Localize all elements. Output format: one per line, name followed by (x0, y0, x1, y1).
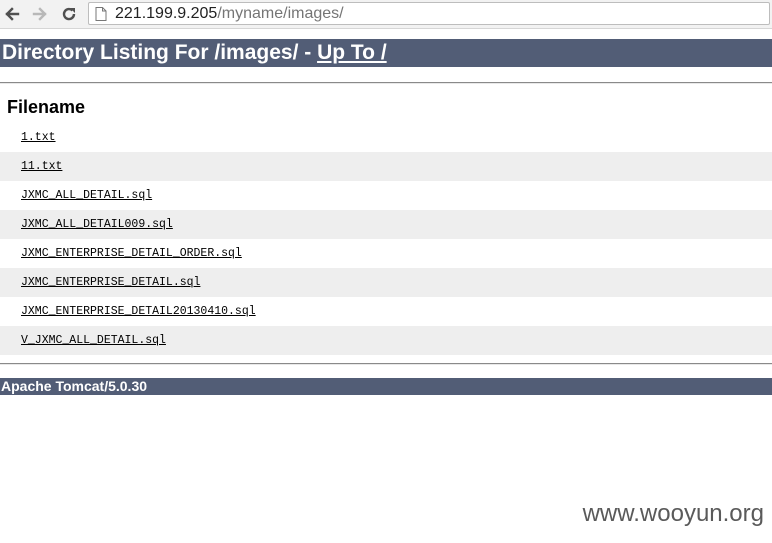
back-arrow-icon (5, 7, 20, 21)
forward-button[interactable] (29, 3, 51, 25)
divider-top (0, 82, 772, 84)
page-title-text: Directory Listing For /images/ - (2, 41, 318, 64)
file-link[interactable]: JXMC_ALL_DETAIL009.sql (21, 218, 173, 231)
address-bar[interactable]: 221.199.9.205/myname/images/ (88, 2, 770, 25)
back-button[interactable] (1, 3, 23, 25)
file-link[interactable]: JXMC_ENTERPRISE_DETAIL_ORDER.sql (21, 247, 242, 260)
file-link[interactable]: 1.txt (21, 131, 56, 144)
server-footer: Apache Tomcat/5.0.30 (0, 378, 772, 395)
file-link[interactable]: JXMC_ENTERPRISE_DETAIL.sql (21, 276, 200, 289)
page-title: Directory Listing For /images/ - Up To / (0, 39, 772, 67)
file-row: JXMC_ENTERPRISE_DETAIL20130410.sql (0, 297, 772, 326)
reload-button[interactable] (58, 3, 80, 25)
url-path: /myname/images/ (217, 5, 344, 22)
file-row: JXMC_ALL_DETAIL.sql (0, 181, 772, 210)
file-row: 1.txt (0, 123, 772, 152)
browser-toolbar: 221.199.9.205/myname/images/ (0, 0, 772, 29)
up-to-link[interactable]: Up To / (317, 41, 387, 64)
file-link[interactable]: V_JXMC_ALL_DETAIL.sql (21, 334, 166, 347)
file-list: 1.txt 11.txt JXMC_ALL_DETAIL.sql JXMC_AL… (0, 123, 772, 355)
file-row: JXMC_ALL_DETAIL009.sql (0, 210, 772, 239)
page-icon (95, 7, 107, 21)
file-row: JXMC_ENTERPRISE_DETAIL.sql (0, 268, 772, 297)
url-text: 221.199.9.205/myname/images/ (115, 5, 344, 23)
url-host: 221.199.9.205 (115, 5, 218, 22)
file-row: 11.txt (0, 152, 772, 181)
file-row: JXMC_ENTERPRISE_DETAIL_ORDER.sql (0, 239, 772, 268)
file-link[interactable]: JXMC_ALL_DETAIL.sql (21, 189, 152, 202)
file-link[interactable]: 11.txt (21, 160, 62, 173)
file-row: V_JXMC_ALL_DETAIL.sql (0, 326, 772, 355)
forward-arrow-icon (32, 7, 47, 21)
reload-icon (62, 7, 76, 21)
divider-bottom (0, 363, 772, 365)
file-link[interactable]: JXMC_ENTERPRISE_DETAIL20130410.sql (21, 305, 256, 318)
column-header-filename: Filename (7, 97, 86, 117)
watermark-text: www.wooyun.org (582, 500, 764, 527)
